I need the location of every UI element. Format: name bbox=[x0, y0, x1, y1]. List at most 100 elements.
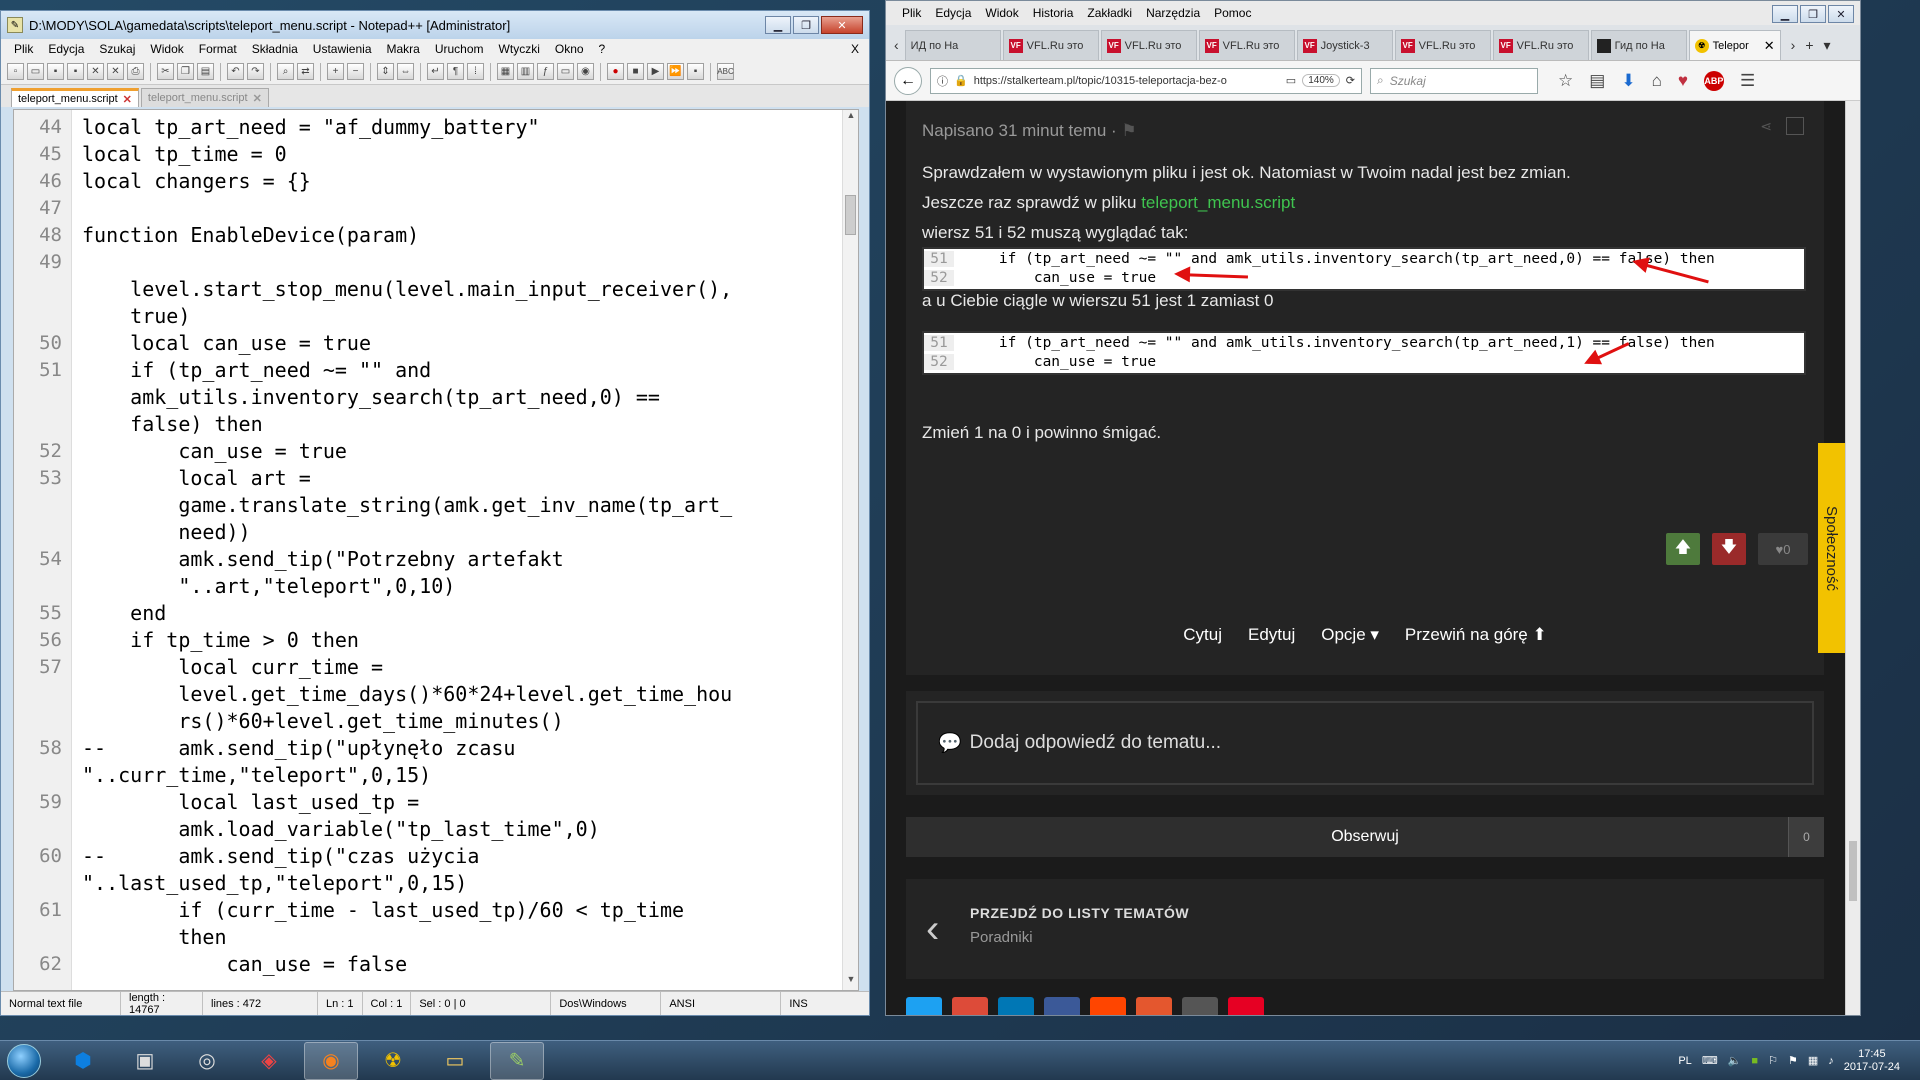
spellcheck-icon[interactable]: ABC bbox=[717, 63, 734, 80]
steam-icon[interactable]: ◎ bbox=[180, 1042, 234, 1080]
pocket-icon[interactable]: ♥ bbox=[1678, 71, 1688, 91]
file-link[interactable]: teleport_menu.script bbox=[1141, 193, 1295, 212]
community-side-tab[interactable]: Społeczność bbox=[1818, 443, 1846, 653]
adblock-icon[interactable]: ABP bbox=[1703, 70, 1724, 91]
back-icon[interactable]: ← bbox=[894, 66, 922, 95]
follow-button[interactable]: Obserwuj 0 bbox=[906, 817, 1824, 857]
cut-icon[interactable]: ✂ bbox=[157, 63, 174, 80]
lock-icon[interactable]: 🔒 bbox=[954, 74, 968, 87]
upvote-button[interactable]: 🡅 bbox=[1666, 533, 1700, 565]
bookmark-star-icon[interactable]: ☆ bbox=[1558, 71, 1573, 91]
quote-button[interactable]: Cytuj bbox=[1183, 625, 1222, 645]
twitter-share-icon[interactable] bbox=[906, 997, 942, 1015]
reload-icon[interactable]: ⟳ bbox=[1346, 74, 1355, 87]
menu-makra[interactable]: Makra bbox=[380, 42, 428, 56]
scroll-down-arrow-icon[interactable]: ▼ bbox=[843, 974, 858, 990]
page-scrollbar-thumb[interactable] bbox=[1849, 841, 1857, 901]
firefox-taskbar-icon[interactable]: ◉ bbox=[304, 1041, 358, 1080]
clock[interactable]: 17:45 2017-07-24 bbox=[1844, 1048, 1900, 1074]
zoom-out-icon[interactable]: − bbox=[347, 63, 364, 80]
page-scrollbar[interactable] bbox=[1845, 101, 1860, 1015]
menu-widok[interactable]: Widok bbox=[143, 42, 191, 56]
function-list-icon[interactable]: ƒ bbox=[537, 63, 554, 80]
clipboard-icon[interactable]: ▤ bbox=[1589, 71, 1605, 91]
stop-macro-icon[interactable]: ■ bbox=[627, 63, 644, 80]
ccleaner-icon[interactable]: ◈ bbox=[242, 1042, 296, 1080]
menu-okno[interactable]: Okno bbox=[548, 42, 592, 56]
tab-close-icon[interactable]: ✕ bbox=[123, 93, 132, 106]
menu-format[interactable]: Format bbox=[192, 42, 245, 56]
windows-flag-icon[interactable]: ⚐ bbox=[1768, 1054, 1778, 1067]
ff-menu-edycja[interactable]: Edycja bbox=[929, 6, 977, 20]
save-macro-icon[interactable]: ▪ bbox=[687, 63, 704, 80]
keyboard-icon[interactable]: ⌨ bbox=[1702, 1054, 1718, 1067]
code-editor[interactable]: 44 local tp_art_need = "af_dummy_battery"… bbox=[13, 109, 859, 991]
print-icon[interactable]: ⎙ bbox=[127, 63, 144, 80]
monitor-icon[interactable]: ◉ bbox=[577, 63, 594, 80]
search-input[interactable]: ⌕ Szukaj bbox=[1370, 67, 1538, 94]
new-file-icon[interactable]: ▫ bbox=[7, 63, 24, 80]
ff-menu-pomoc[interactable]: Pomoc bbox=[1208, 6, 1257, 20]
ff-menu-historia[interactable]: Historia bbox=[1027, 6, 1080, 20]
info-icon[interactable]: ⓘ bbox=[937, 73, 948, 89]
stumble-share-icon[interactable] bbox=[1136, 997, 1172, 1015]
browser-tab[interactable]: VF VFL.Ru это bbox=[1198, 30, 1295, 60]
stalker-taskbar-icon[interactable]: ☢ bbox=[366, 1042, 420, 1080]
pinterest-share-icon[interactable] bbox=[1228, 997, 1264, 1015]
google-plus-share-icon[interactable] bbox=[952, 997, 988, 1015]
undo-icon[interactable]: ↶ bbox=[227, 63, 244, 80]
hamburger-menu-icon[interactable]: ☰ bbox=[1740, 71, 1755, 91]
ff-close-button[interactable]: ✕ bbox=[1828, 5, 1854, 23]
action-center-icon[interactable]: ⚑ bbox=[1788, 1054, 1798, 1067]
nvidia-icon[interactable]: ■ bbox=[1751, 1055, 1758, 1067]
word-wrap-icon[interactable]: ↵ bbox=[427, 63, 444, 80]
browser-tab[interactable]: VF VFL.Ru это bbox=[1100, 30, 1197, 60]
reddit-share-icon[interactable] bbox=[1090, 997, 1126, 1015]
ff-menu-plik[interactable]: Plik bbox=[896, 6, 927, 20]
minimize-button[interactable]: ▁ bbox=[765, 16, 791, 34]
linkedin-share-icon[interactable] bbox=[998, 997, 1034, 1015]
browser-tab[interactable]: ИД по Ha bbox=[904, 30, 1001, 60]
ff-minimize-button[interactable]: ▁ bbox=[1772, 5, 1798, 23]
sync-h-icon[interactable]: ⇔ bbox=[397, 63, 414, 80]
copy-icon[interactable]: ❐ bbox=[177, 63, 194, 80]
replace-icon[interactable]: ⇄ bbox=[297, 63, 314, 80]
scroll-up-arrow-icon[interactable]: ▲ bbox=[843, 110, 858, 126]
share-icon[interactable]: ⋖ bbox=[1760, 118, 1772, 135]
sync-v-icon[interactable]: ⇕ bbox=[377, 63, 394, 80]
zoom-indicator[interactable]: 140% bbox=[1302, 74, 1340, 87]
dropbox-icon[interactable]: ⬢ bbox=[56, 1042, 110, 1080]
new-tab-icon[interactable]: + bbox=[1805, 37, 1813, 53]
menu-help[interactable]: ? bbox=[592, 42, 614, 56]
file-tab-active[interactable]: teleport_menu.script ✕ bbox=[11, 88, 139, 107]
browser-tab-active[interactable]: ☢ Telepor ✕ bbox=[1688, 30, 1781, 60]
menu-edycja[interactable]: Edycja bbox=[41, 42, 92, 56]
save-all-icon[interactable]: ▪ bbox=[67, 63, 84, 80]
close-document-button[interactable]: X bbox=[844, 42, 869, 56]
computer-icon[interactable]: ▣ bbox=[118, 1042, 172, 1080]
paste-icon[interactable]: ▤ bbox=[197, 63, 214, 80]
ff-menu-zakladki[interactable]: Zakładki bbox=[1081, 6, 1138, 20]
tab-scroll-right-icon[interactable]: › bbox=[1791, 37, 1796, 53]
run-macro-multiple-icon[interactable]: ⏩ bbox=[667, 63, 684, 80]
tab-scroll-left-icon[interactable]: ‹ bbox=[890, 30, 903, 60]
udl-icon[interactable]: ▦ bbox=[497, 63, 514, 80]
menu-wtyczki[interactable]: Wtyczki bbox=[492, 42, 548, 56]
scrollbar-thumb[interactable] bbox=[845, 195, 856, 235]
explorer-icon[interactable]: ▭ bbox=[428, 1042, 482, 1080]
tab-close-icon[interactable]: ✕ bbox=[1764, 38, 1775, 54]
tab-list-icon[interactable]: ▾ bbox=[1824, 37, 1831, 54]
notepadpp-taskbar-icon[interactable]: ✎ bbox=[490, 1041, 544, 1080]
menu-ustawienia[interactable]: Ustawienia bbox=[306, 42, 380, 56]
play-macro-icon[interactable]: ▶ bbox=[647, 63, 664, 80]
url-bar[interactable]: ⓘ 🔒 https://stalkerteam.pl/topic/10315-t… bbox=[930, 67, 1362, 94]
save-icon[interactable]: ▪ bbox=[47, 63, 64, 80]
doc-map-icon[interactable]: ▥ bbox=[517, 63, 534, 80]
editor-vertical-scrollbar[interactable]: ▲ ▼ bbox=[842, 110, 858, 990]
select-post-checkbox[interactable] bbox=[1786, 117, 1804, 135]
show-all-chars-icon[interactable]: ¶ bbox=[447, 63, 464, 80]
downvote-button[interactable]: 🡇 bbox=[1712, 533, 1746, 565]
speaker-icon[interactable]: ♪ bbox=[1828, 1055, 1834, 1067]
browser-tab[interactable]: VF VFL.Ru это bbox=[1002, 30, 1099, 60]
options-dropdown[interactable]: Opcje ▾ bbox=[1321, 625, 1379, 645]
